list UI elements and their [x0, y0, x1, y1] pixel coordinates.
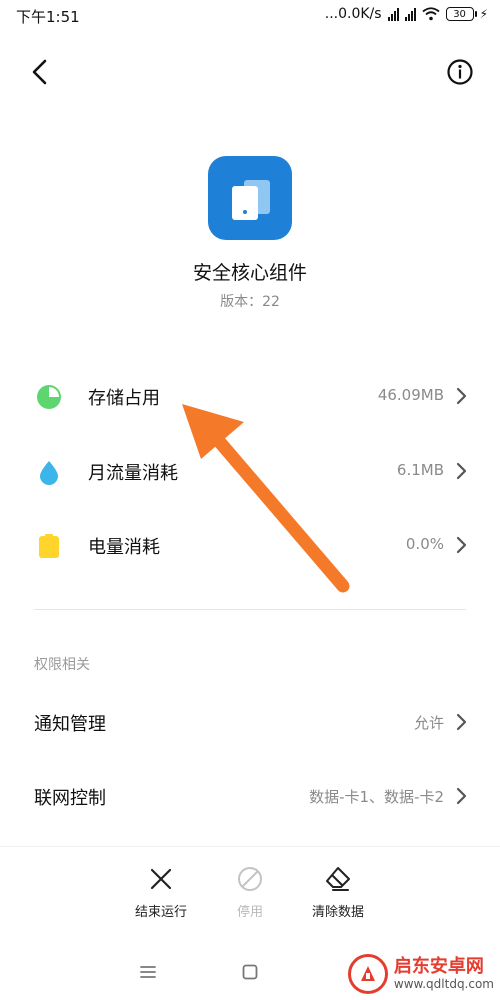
info-icon[interactable]: [446, 58, 474, 86]
action-label: 清除数据: [311, 905, 364, 920]
row-network-control[interactable]: 联网控制 数据-卡1、数据-卡2: [0, 767, 500, 827]
chevron-right-icon: [456, 787, 467, 805]
version-value: 22: [262, 294, 280, 310]
row-value: 6.1MB: [396, 461, 444, 479]
row-value: 0.0%: [405, 535, 444, 553]
disable-button[interactable]: 停用: [205, 865, 295, 920]
force-stop-button[interactable]: 结束运行: [116, 865, 206, 920]
app-info-screen: 下午1:51 ...0.0K/s 30 ⚡ 安全核心组件 版本：22 存储占用 …: [0, 0, 500, 1000]
version-label: 版本：: [220, 294, 263, 310]
row-value: 数据-卡1、数据-卡2: [309, 788, 444, 806]
water-drop-icon: [40, 461, 58, 485]
app-icon: [208, 156, 292, 240]
wifi-icon: [421, 7, 440, 21]
row-data-usage[interactable]: 月流量消耗 6.1MB: [0, 442, 500, 502]
row-notification-management[interactable]: 通知管理 允许: [0, 693, 500, 753]
signal-sim1-icon: [387, 7, 399, 21]
app-version: 版本：22: [0, 291, 500, 311]
back-button[interactable]: [24, 56, 56, 88]
action-label: 停用: [236, 905, 263, 920]
row-label: 存储占用: [88, 388, 160, 409]
row-label: 通知管理: [34, 714, 106, 735]
menu-icon[interactable]: [136, 960, 160, 984]
watermark-url: www.qdltdq.com: [393, 977, 494, 991]
watermark-text: 启东安卓网 www.qdltdq.com: [393, 956, 494, 992]
signal-sim2-icon: [404, 7, 416, 21]
clear-data-button[interactable]: 清除数据: [293, 865, 383, 920]
section-title-permissions: 权限相关: [34, 657, 90, 673]
close-icon: [150, 868, 172, 890]
home-icon[interactable]: [238, 960, 262, 984]
chevron-right-icon: [456, 713, 467, 731]
divider: [34, 609, 466, 610]
network-speed: ...0.0K/s: [324, 6, 382, 22]
row-label: 电量消耗: [88, 537, 160, 558]
row-storage[interactable]: 存储占用 46.09MB: [0, 367, 500, 427]
row-label: 联网控制: [34, 788, 106, 809]
row-label: 月流量消耗: [88, 463, 178, 484]
action-label: 结束运行: [134, 905, 187, 920]
disable-icon: [238, 867, 262, 891]
watermark-title: 启东安卓网: [393, 956, 484, 977]
app-name: 安全核心组件: [192, 262, 307, 284]
chevron-right-icon: [456, 387, 467, 405]
status-time: 下午1:51: [16, 8, 80, 26]
chevron-right-icon: [456, 536, 467, 554]
watermark: 启东安卓网 www.qdltdq.com: [347, 954, 494, 994]
status-bar: 下午1:51 ...0.0K/s 30 ⚡: [0, 0, 500, 34]
battery-icon: 30: [445, 7, 477, 21]
phone-cards-icon: [232, 180, 270, 220]
status-indicators: ...0.0K/s 30 ⚡: [325, 6, 488, 22]
row-value: 允许: [413, 714, 444, 732]
battery-level: 30: [453, 8, 466, 20]
eraser-icon: [326, 867, 350, 891]
chevron-right-icon: [456, 462, 467, 480]
row-value: 46.09MB: [377, 386, 444, 404]
battery-icon: [39, 534, 59, 558]
watermark-logo-icon: [347, 954, 388, 994]
row-battery-usage[interactable]: 电量消耗 0.0%: [0, 516, 500, 576]
top-bar: [0, 52, 500, 92]
pie-chart-icon: [37, 385, 61, 409]
charging-icon: ⚡: [479, 7, 488, 21]
action-bar: 结束运行 停用 清除数据: [0, 846, 500, 943]
